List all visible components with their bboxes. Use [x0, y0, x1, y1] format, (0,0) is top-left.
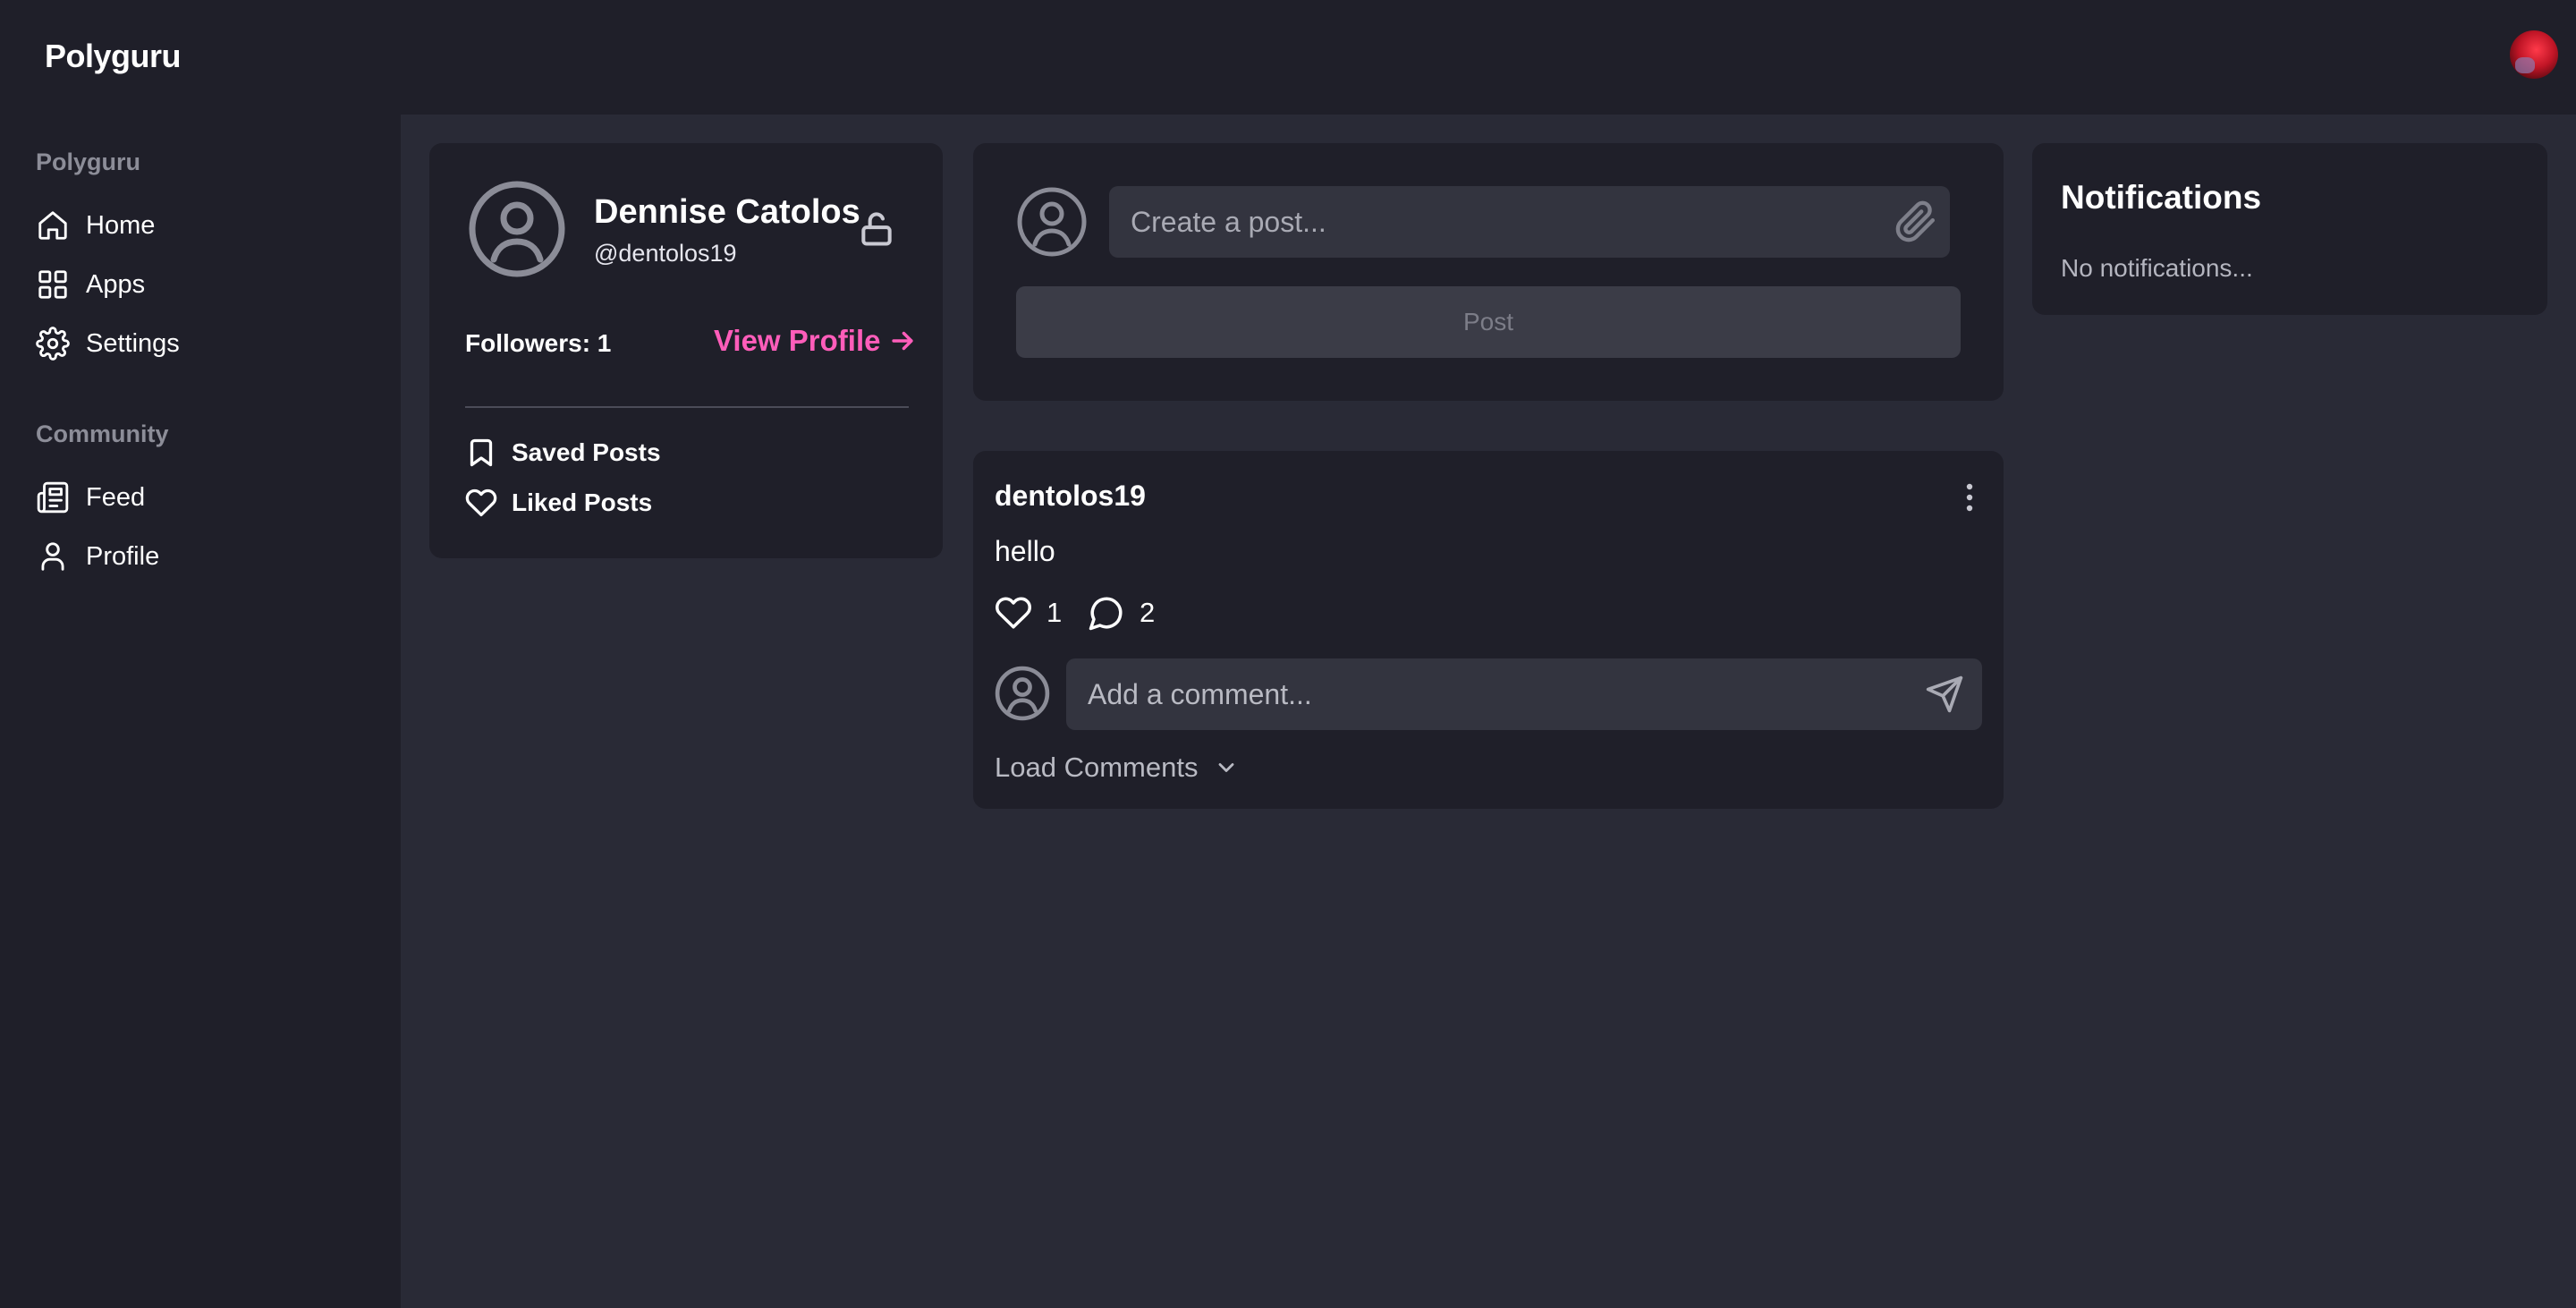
paperclip-icon[interactable]: [1894, 200, 1937, 243]
app-brand[interactable]: Polyguru: [45, 38, 182, 75]
create-post-input[interactable]: [1109, 186, 1950, 258]
home-icon: [38, 211, 67, 240]
user-icon: [41, 542, 64, 571]
comment-input[interactable]: [1066, 658, 1982, 730]
send-icon[interactable]: [1925, 675, 1964, 714]
liked-posts-link[interactable]: Liked Posts: [465, 487, 652, 519]
sidebar-item-label: Home: [86, 210, 156, 240]
sidebar-item-label: Feed: [86, 482, 146, 512]
sidebar: Polyguru Home Apps Settings Community Fe…: [0, 115, 401, 1308]
sidebar-item-label: Profile: [86, 541, 160, 571]
saved-posts-link[interactable]: Saved Posts: [465, 437, 661, 469]
post-button[interactable]: Post: [1016, 286, 1961, 358]
comment-count: 2: [1140, 597, 1156, 628]
heart-icon: [465, 488, 497, 517]
sidebar-heading-community: Community: [36, 420, 169, 447]
like-count: 1: [1046, 597, 1063, 628]
followers-count: Followers: 1: [465, 329, 612, 357]
sidebar-item-label: Apps: [86, 269, 146, 299]
grid-icon: [38, 270, 67, 299]
notifications-empty-text: No notifications...: [2061, 254, 2253, 282]
sidebar-item-settings[interactable]: Settings: [36, 322, 180, 365]
chevron-down-icon: [1219, 763, 1234, 772]
load-comments-button[interactable]: Load Comments: [995, 752, 1239, 784]
sidebar-item-label: Settings: [86, 328, 180, 358]
profile-card: Dennise Catolos @dentolos19 Followers: 1…: [429, 143, 943, 558]
view-profile-label: View Profile: [714, 324, 881, 357]
heart-icon: [996, 597, 1031, 629]
profile-handle: @dentolos19: [594, 240, 737, 267]
unlock-icon[interactable]: [857, 209, 896, 249]
sidebar-item-feed[interactable]: Feed: [36, 476, 145, 519]
arrow-right-icon: [892, 331, 914, 351]
post-body: hello: [995, 535, 1055, 567]
newspaper-icon: [37, 481, 69, 514]
profile-name: Dennise Catolos: [594, 193, 860, 231]
like-button[interactable]: 1: [995, 594, 1062, 632]
avatar-placeholder-icon: [995, 666, 1050, 721]
liked-posts-label: Liked Posts: [512, 488, 653, 516]
more-options-icon[interactable]: [1953, 478, 1986, 517]
saved-posts-label: Saved Posts: [512, 438, 661, 466]
comment-button[interactable]: 2: [1088, 594, 1155, 632]
divider: [465, 406, 909, 408]
notifications-title: Notifications: [2061, 179, 2262, 216]
view-profile-link[interactable]: View Profile: [714, 324, 918, 358]
sidebar-heading-polyguru: Polyguru: [36, 149, 141, 175]
post-author[interactable]: dentolos19: [995, 480, 1146, 513]
sidebar-item-profile[interactable]: Profile: [36, 535, 159, 578]
create-post-card: Post: [973, 143, 2004, 401]
comment-icon: [1089, 597, 1123, 631]
gear-icon: [36, 327, 70, 361]
notifications-card: Notifications No notifications...: [2032, 143, 2547, 315]
load-comments-label: Load Comments: [995, 752, 1199, 783]
post-card: dentolos19 hello 1 2 Load C: [973, 451, 2004, 809]
sidebar-item-home[interactable]: Home: [36, 204, 155, 247]
avatar-placeholder-icon: [1016, 186, 1088, 258]
top-bar: Polyguru: [0, 0, 2576, 115]
bookmark-icon: [470, 438, 493, 467]
profile-avatar-icon: [469, 181, 565, 277]
user-avatar[interactable]: [2510, 30, 2558, 79]
sidebar-item-apps[interactable]: Apps: [36, 263, 145, 306]
